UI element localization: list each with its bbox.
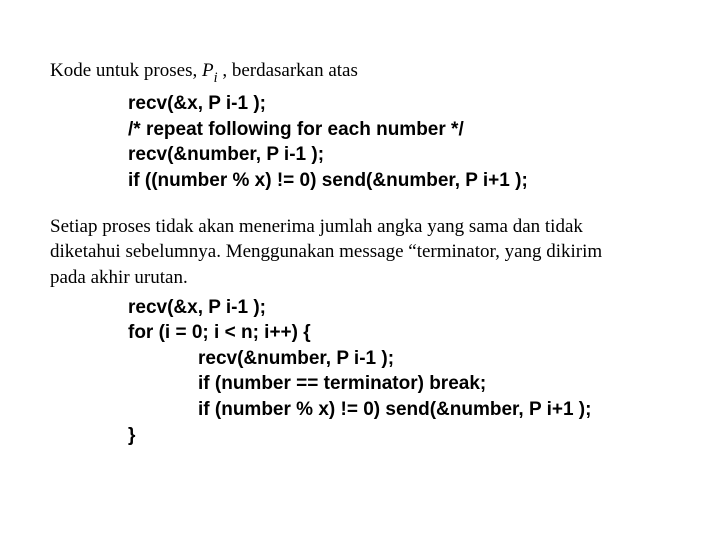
symbol-i: i: [214, 70, 218, 86]
code-line: if ((number % x) != 0) send(&number, P i…: [50, 168, 670, 194]
code-line: recv(&x, P i-1 );: [50, 91, 670, 117]
paragraph-2: Setiap proses tidak akan menerima jumlah…: [50, 214, 670, 291]
code-line: recv(&number, P i-1 );: [50, 142, 670, 168]
paragraph-1: Kode untuk proses, Pi , berdasarkan atas: [50, 58, 670, 87]
code-line: }: [50, 423, 670, 449]
code-line: recv(&x, P i-1 );: [50, 295, 670, 321]
p1-post: , berdasarkan atas: [218, 60, 358, 81]
code-line: for (i = 0; i < n; i++) {: [50, 320, 670, 346]
code-line: /* repeat following for each number */: [50, 117, 670, 143]
code-block-2: recv(&x, P i-1 ); for (i = 0; i < n; i++…: [50, 295, 670, 449]
code-block-1: recv(&x, P i-1 ); /* repeat following fo…: [50, 91, 670, 194]
p1-pre: Kode untuk proses,: [50, 60, 202, 81]
document-page: Kode untuk proses, Pi , berdasarkan atas…: [0, 0, 720, 468]
code-line: recv(&number, P i-1 );: [50, 346, 670, 372]
code-line: if (number == terminator) break;: [50, 371, 670, 397]
p2-line: Setiap proses tidak akan menerima jumlah…: [50, 214, 670, 240]
symbol-p: P: [202, 60, 214, 81]
p2-line: pada akhir urutan.: [50, 265, 670, 291]
code-line: if (number % x) != 0) send(&number, P i+…: [50, 397, 670, 423]
p2-line: diketahui sebelumnya. Menggunakan messag…: [50, 239, 670, 265]
